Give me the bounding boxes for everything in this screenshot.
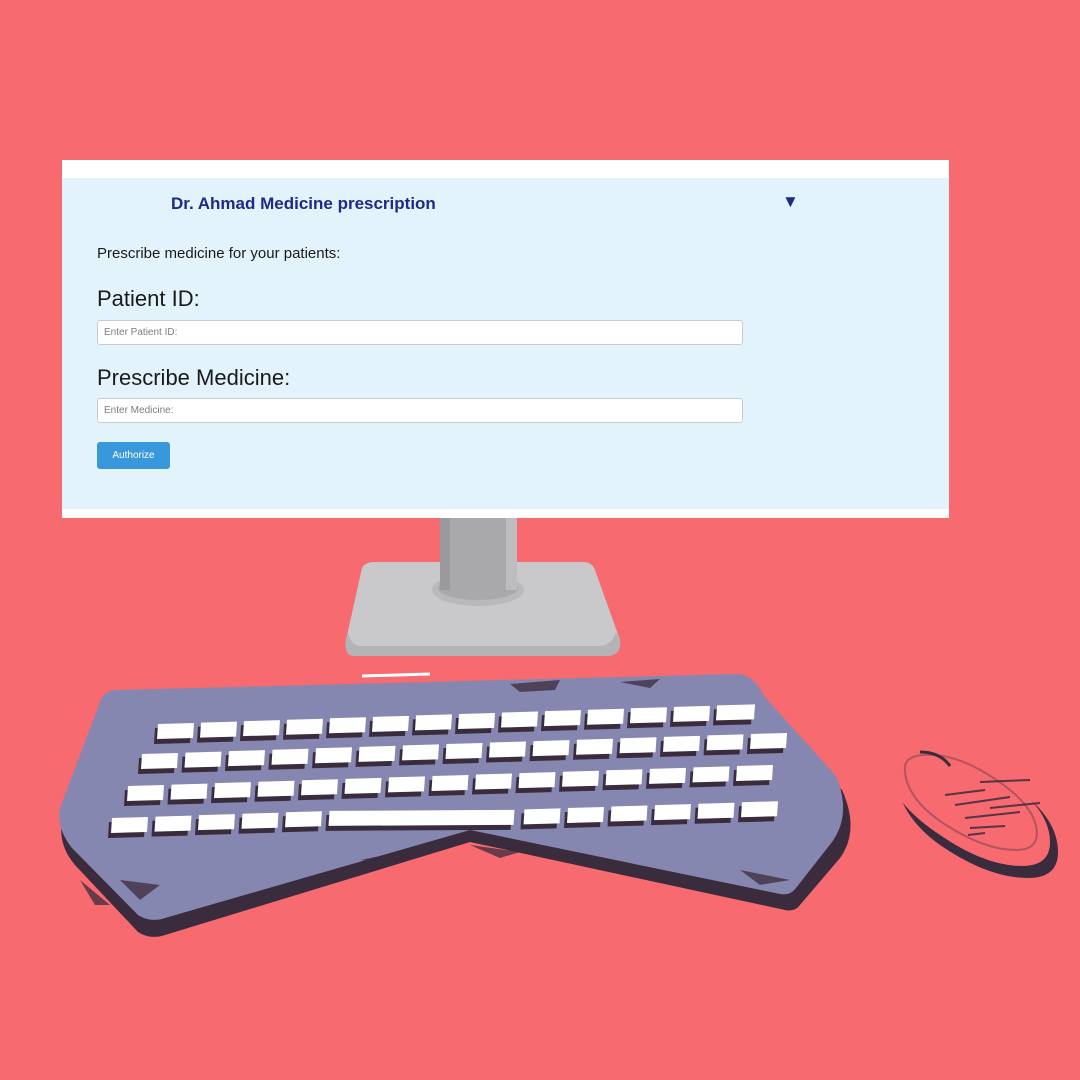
keycap <box>741 801 778 818</box>
keycap <box>214 782 251 799</box>
keycap <box>415 714 452 731</box>
medicine-label: Prescribe Medicine: <box>97 365 291 390</box>
intro-text: Prescribe medicine for your patients: <box>97 245 341 262</box>
keycap <box>605 769 643 786</box>
keycap <box>328 809 515 826</box>
keycap <box>358 745 396 762</box>
keycap <box>610 805 648 822</box>
keycap <box>716 704 755 721</box>
keycap <box>372 715 409 732</box>
keycap <box>200 721 237 738</box>
keycap <box>619 737 657 754</box>
keycap <box>576 738 613 755</box>
keycap <box>630 707 667 724</box>
keycap <box>315 747 352 764</box>
keycap <box>170 783 208 800</box>
keycap <box>654 804 691 821</box>
keycap <box>141 753 178 769</box>
keycap <box>518 772 556 789</box>
panel-title: Dr. Ahmad Medicine prescription <box>171 194 436 213</box>
keycap <box>663 735 700 752</box>
keycap <box>587 708 624 725</box>
keycap <box>285 811 322 828</box>
keycap <box>489 741 526 758</box>
keycap <box>344 777 382 794</box>
keycap <box>228 750 265 767</box>
keycap <box>241 812 279 829</box>
keycap <box>544 710 581 727</box>
patient-id-input[interactable] <box>97 320 743 345</box>
keycap <box>271 748 309 765</box>
keycap <box>431 774 469 791</box>
patient-id-label: Patient ID: <box>97 286 200 311</box>
keycap <box>257 780 295 797</box>
keycap <box>243 720 280 737</box>
keycap <box>157 723 194 739</box>
keycap <box>736 764 773 781</box>
keycap <box>127 785 164 801</box>
monitor-screen: Dr. Ahmad Medicine prescription ▼ Prescr… <box>62 160 949 518</box>
keycap <box>329 717 366 734</box>
keycap <box>111 817 148 833</box>
keycap <box>301 779 338 796</box>
keycap <box>388 776 425 793</box>
keycap <box>750 732 787 749</box>
keycap <box>673 705 710 722</box>
keycap <box>198 814 235 831</box>
keycap <box>445 742 483 759</box>
keycap <box>692 766 730 783</box>
keycap <box>562 770 599 787</box>
keycap <box>458 712 495 729</box>
keycap <box>154 815 192 832</box>
caret-down-icon[interactable]: ▼ <box>782 192 799 212</box>
keycap <box>523 808 561 825</box>
medicine-input[interactable] <box>97 398 743 423</box>
keycap <box>697 802 735 819</box>
keycap <box>532 740 570 757</box>
keycap <box>184 751 222 768</box>
keycap <box>501 711 538 728</box>
keycap <box>706 734 744 751</box>
keycap <box>475 773 512 790</box>
keycap <box>402 744 439 761</box>
prescription-panel: Dr. Ahmad Medicine prescription ▼ Prescr… <box>62 178 949 509</box>
authorize-button[interactable]: Authorize <box>97 442 170 469</box>
keycap <box>567 806 604 823</box>
keycap <box>286 718 323 735</box>
keycap <box>649 767 686 784</box>
